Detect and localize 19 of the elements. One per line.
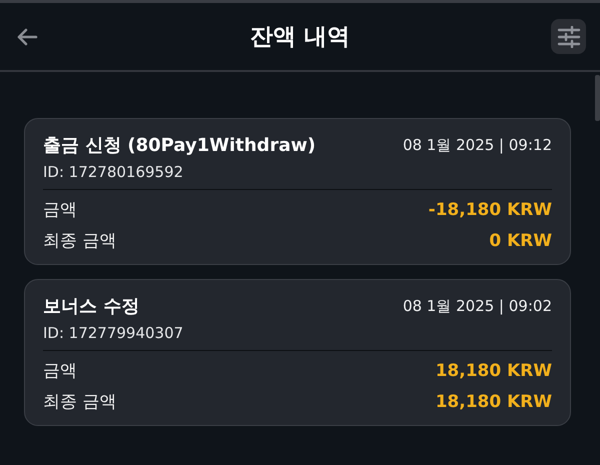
transaction-title: 출금 신청 (80Pay1Withdraw) [43,134,316,157]
amount-label: 금액 [43,360,77,382]
transaction-title: 보너스 수정 [43,295,140,318]
scrollbar[interactable] [595,75,600,121]
amount-label: 최종 금액 [43,230,116,252]
transaction-date: 08 1월 2025 | 09:02 [402,297,552,316]
amount-label: 금액 [43,199,77,221]
amount-value: 18,180 KRW [435,360,552,380]
back-arrow-icon[interactable] [16,28,38,46]
amount-value: 18,180 KRW [435,392,552,412]
transaction-id: ID: 172780169592 [43,163,184,181]
transaction-id: ID: 172779940307 [43,324,184,342]
amount-value: -18,180 KRW [428,200,552,220]
filter-button[interactable] [551,19,586,54]
sliders-icon [556,26,580,48]
transaction-date: 08 1월 2025 | 09:12 [402,136,552,155]
amount-label: 최종 금액 [43,391,116,413]
amount-value: 0 KRW [489,230,552,250]
page-title: 잔액 내역 [250,23,350,52]
